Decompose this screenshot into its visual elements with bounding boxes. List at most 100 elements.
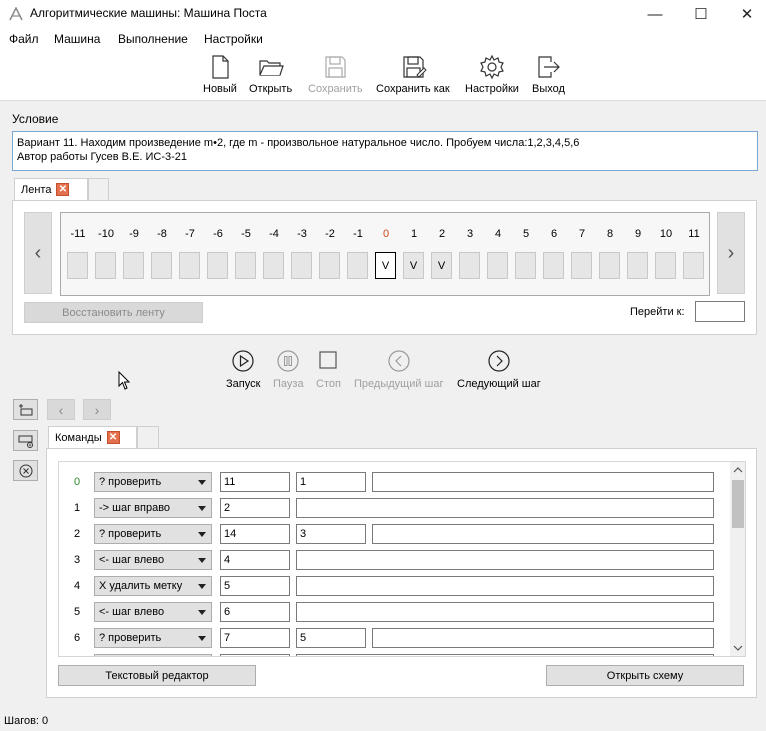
alt-command-field[interactable]: 5 [296,628,366,648]
tab-blank[interactable] [88,178,109,200]
next-command-field[interactable]: 11 [220,472,290,492]
comment-field[interactable] [372,472,714,492]
close-button[interactable]: ✕ [724,0,766,28]
prev-step-button[interactable]: Предыдущий шаг [354,349,444,390]
tape-left-button[interactable]: ‹ [24,212,52,294]
redo-button[interactable]: › [83,399,111,420]
text-editor-button[interactable]: Текстовый редактор [58,665,256,686]
comment-field[interactable] [296,550,714,570]
tape-cell[interactable] [95,252,116,279]
alt-command-field[interactable]: 1 [296,472,366,492]
command-op-select[interactable]: <- шаг влево [94,550,212,570]
tape-cell[interactable] [487,252,508,279]
vertical-scrollbar[interactable] [730,462,745,656]
next-command-field[interactable]: 2 [220,498,290,518]
close-tab-icon[interactable]: ✕ [106,431,120,444]
next-command-field[interactable]: 4 [220,550,290,570]
stop-button[interactable]: Стоп [316,349,341,390]
tape-cell[interactable] [123,252,144,279]
save-as-button[interactable]: Сохранить как [376,53,450,95]
maximize-button[interactable]: ☐ [678,0,724,28]
restore-tape-button[interactable]: Восстановить ленту [24,302,203,323]
new-button[interactable]: Новый [203,53,237,95]
menu-run[interactable]: Выполнение [118,32,188,46]
tape-cell[interactable] [263,252,284,279]
comment-field[interactable] [296,602,714,622]
next-command-field[interactable]: 5 [220,576,290,596]
app-window: Алгоритмические машины: Машина Поста — ☐… [0,0,766,731]
tape-cell[interactable] [459,252,480,279]
command-op-select[interactable]: ? проверить [94,524,212,544]
next-command-field[interactable]: 14 [220,524,290,544]
save-button[interactable]: Сохранить [308,53,363,95]
exit-button[interactable]: Выход [532,53,565,95]
tape-cell[interactable] [151,252,172,279]
tab-blank[interactable] [137,426,159,448]
command-op-select[interactable]: ? проверить [94,628,212,648]
comment-field[interactable] [296,576,714,596]
tape-cell[interactable] [515,252,536,279]
command-number: 0 [73,476,81,488]
tape-cell[interactable] [235,252,256,279]
tape-cell[interactable] [599,252,620,279]
tape-cell[interactable] [179,252,200,279]
delete-row-button[interactable] [13,460,38,481]
tape-cell[interactable] [627,252,648,279]
tape-cell[interactable] [683,252,704,279]
tab-commands[interactable]: Команды ✕ [48,426,137,448]
goto-input[interactable] [695,301,745,322]
next-command-field[interactable]: 6 [220,602,290,622]
menu-machine[interactable]: Машина [54,32,100,46]
minimize-button[interactable]: — [632,0,678,28]
tape-cell[interactable] [207,252,228,279]
tape-cell[interactable] [543,252,564,279]
tape-cell[interactable] [319,252,340,279]
scroll-down-icon[interactable] [733,644,743,652]
menu-file[interactable]: Файл [9,32,39,46]
new-file-icon [212,55,229,79]
insert-row-button[interactable] [13,399,38,420]
comment-field[interactable] [372,628,714,648]
undo-button[interactable]: ‹ [47,399,75,420]
tape-cell[interactable] [347,252,368,279]
toolbar: Новый Открыть Сохранить Сохранить как На… [0,49,766,101]
command-row-partial[interactable] [94,654,212,656]
tab-tape[interactable]: Лента ✕ [14,178,88,200]
tape-cell-index: 7 [578,228,586,240]
open-button[interactable]: Открыть [249,53,292,95]
tape-cell[interactable] [291,252,312,279]
scroll-up-icon[interactable] [733,466,743,474]
add-row-button[interactable] [13,430,38,451]
tape-right-button[interactable]: › [717,212,745,294]
condition-textbox[interactable]: Вариант 11. Находим произведение m•2, гд… [12,131,758,171]
tape-cell-current[interactable]: V [375,252,396,279]
close-tab-icon[interactable]: ✕ [56,183,70,196]
alt-command-field[interactable]: 3 [296,524,366,544]
next-step-button[interactable]: Следующий шаг [457,349,541,390]
command-op-select[interactable]: X удалить метку [94,576,212,596]
menu-settings[interactable]: Настройки [204,32,263,46]
condition-line-1: Вариант 11. Находим произведение m•2, гд… [17,137,580,149]
tape-cell-index: -4 [269,228,279,240]
start-button[interactable]: Запуск [226,349,260,390]
command-op-select[interactable]: ? проверить [94,472,212,492]
command-row-partial[interactable] [296,654,714,656]
folder-icon [258,60,284,76]
tape-cell[interactable] [655,252,676,279]
comment-field[interactable] [372,524,714,544]
scrollbar-thumb[interactable] [732,480,744,528]
command-op-select[interactable]: -> шаг вправо [94,498,212,518]
tape-cell[interactable]: V [403,252,424,279]
comment-field[interactable] [296,498,714,518]
command-op-select[interactable]: <- шаг влево [94,602,212,622]
pause-button[interactable]: Пауза [273,349,304,390]
settings-button[interactable]: Настройки [465,53,519,95]
command-row-partial[interactable] [220,654,290,656]
pause-icon [277,350,299,372]
tape-cell[interactable]: V [431,252,452,279]
next-command-field[interactable]: 7 [220,628,290,648]
open-scheme-button[interactable]: Открыть схему [546,665,744,686]
chevron-right-icon: › [94,401,100,418]
tape-cell[interactable] [67,252,88,279]
tape-cell[interactable] [571,252,592,279]
